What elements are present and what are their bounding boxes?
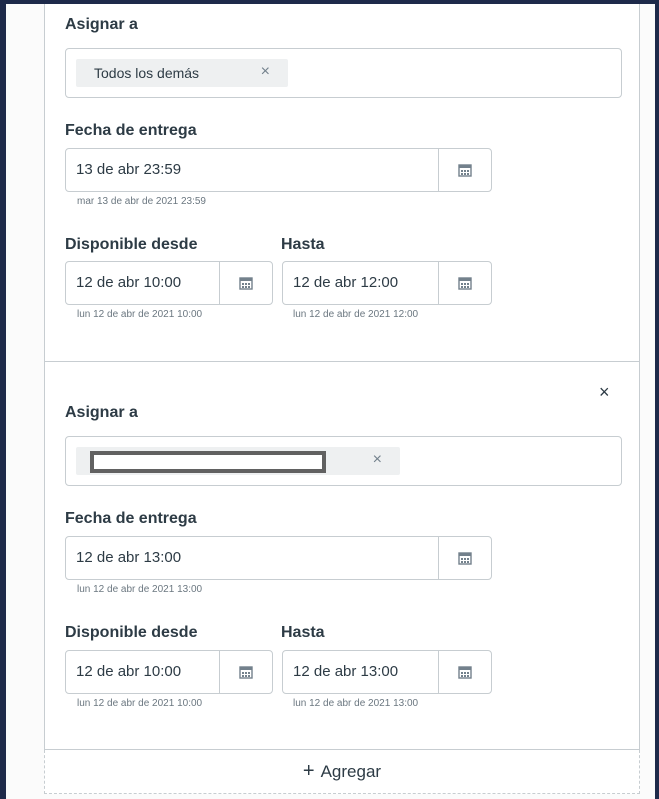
available-from-label: Disponible desde xyxy=(65,624,198,641)
assign-to-field[interactable]: Todos los demás × xyxy=(65,48,622,98)
app-frame: Asignar a Todos los demás × Fecha de ent… xyxy=(0,0,659,799)
until-hint: lun 12 de abr de 2021 13:00 xyxy=(293,698,419,709)
assignment-override-card-1: Asignar a Todos los demás × Fecha de ent… xyxy=(44,4,640,362)
until-label: Hasta xyxy=(281,624,325,641)
available-from-value: 12 de abr 10:00 xyxy=(76,663,182,680)
calendar-icon[interactable] xyxy=(438,262,491,304)
assignee-tag-label: Todos los demás xyxy=(94,65,200,81)
assignee-tag: × xyxy=(76,447,400,475)
available-from-input[interactable]: 12 de abr 10:00 xyxy=(65,650,273,694)
calendar-icon[interactable] xyxy=(438,149,491,191)
due-date-hint: lun 12 de abr de 2021 13:00 xyxy=(77,584,203,595)
until-input[interactable]: 12 de abr 12:00 xyxy=(282,261,492,305)
remove-tag-icon[interactable]: × xyxy=(373,451,382,469)
until-value: 12 de abr 13:00 xyxy=(293,663,399,680)
assign-to-label: Asignar a xyxy=(65,404,138,421)
remove-tag-icon[interactable]: × xyxy=(261,63,270,81)
add-override-label: Agregar xyxy=(320,761,382,781)
due-date-label: Fecha de entrega xyxy=(65,510,197,527)
until-label: Hasta xyxy=(281,236,325,253)
due-date-input[interactable]: 12 de abr 13:00 xyxy=(65,536,492,580)
calendar-icon[interactable] xyxy=(219,651,272,693)
available-from-label: Disponible desde xyxy=(65,236,198,253)
add-override-button[interactable]: + Agregar xyxy=(44,750,640,794)
calendar-icon[interactable] xyxy=(438,651,491,693)
due-date-input[interactable]: 13 de abr 23:59 xyxy=(65,148,492,192)
due-date-label: Fecha de entrega xyxy=(65,122,197,139)
calendar-icon[interactable] xyxy=(219,262,272,304)
assign-to-field[interactable]: × xyxy=(65,436,622,486)
due-date-value: 13 de abr 23:59 xyxy=(76,161,182,178)
redacted-name-box xyxy=(90,451,326,473)
until-input[interactable]: 12 de abr 13:00 xyxy=(282,650,492,694)
available-from-hint: lun 12 de abr de 2021 10:00 xyxy=(77,309,203,320)
until-hint: lun 12 de abr de 2021 12:00 xyxy=(293,309,419,320)
plus-icon: + xyxy=(302,760,315,782)
available-from-input[interactable]: 12 de abr 10:00 xyxy=(65,261,273,305)
assign-to-label: Asignar a xyxy=(65,16,138,33)
due-date-value: 12 de abr 13:00 xyxy=(76,549,182,566)
available-from-hint: lun 12 de abr de 2021 10:00 xyxy=(77,698,203,709)
until-value: 12 de abr 12:00 xyxy=(293,274,399,291)
remove-override-close-icon[interactable]: × xyxy=(599,382,610,403)
available-from-value: 12 de abr 10:00 xyxy=(76,274,182,291)
assignee-tag: Todos los demás × xyxy=(76,59,288,87)
calendar-icon[interactable] xyxy=(438,537,491,579)
due-date-hint: mar 13 de abr de 2021 23:59 xyxy=(77,196,206,207)
assignment-override-card-2: × Asignar a × Fecha de entrega 12 de abr… xyxy=(44,362,640,750)
